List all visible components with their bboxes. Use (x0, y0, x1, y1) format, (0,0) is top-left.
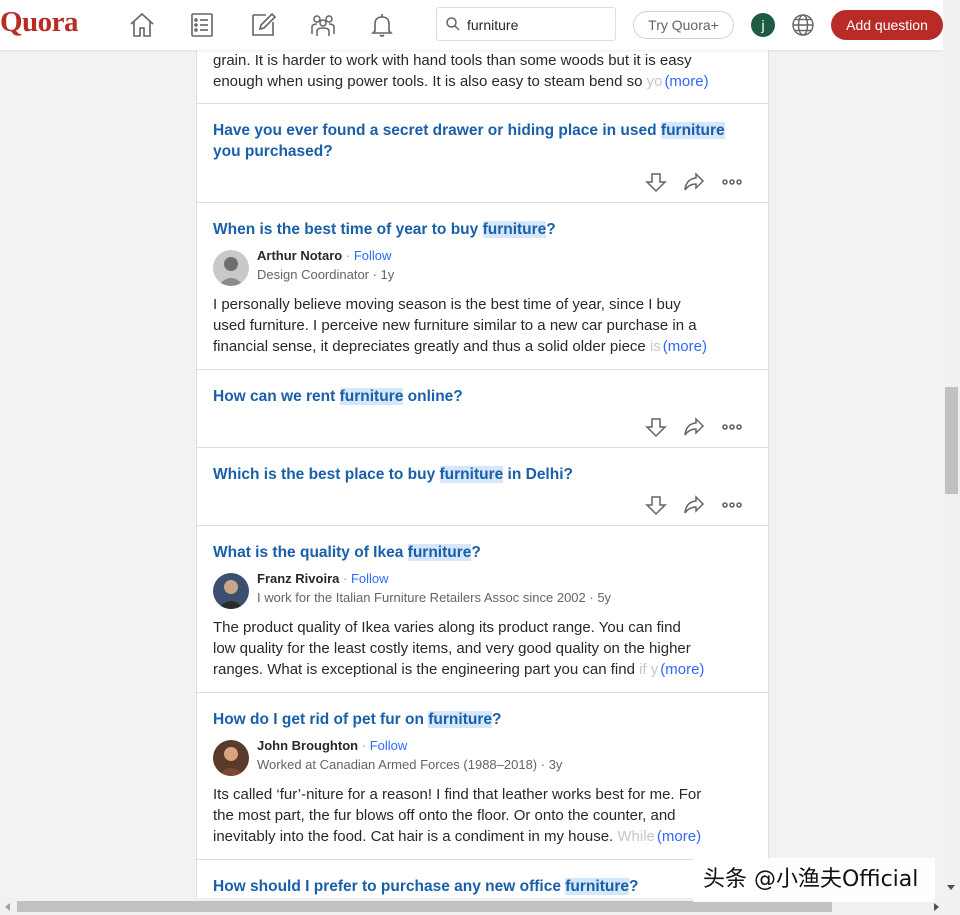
scroll-right-arrow-icon[interactable] (934, 903, 939, 911)
question-card: When is the best time of year to buy fur… (197, 203, 768, 370)
answer-text: grain. It is harder to work with hand to… (213, 52, 709, 90)
author-credential: Design Coordinator · 1y (257, 267, 395, 282)
following-icon[interactable] (187, 10, 217, 40)
question-link[interactable]: What is the quality of Ikea furniture? (213, 542, 753, 563)
question-link[interactable]: How do I get rid of pet fur on furniture… (213, 709, 753, 730)
quora-logo[interactable]: Quora (0, 6, 79, 39)
question-link[interactable]: Which is the best place to buy furniture… (213, 464, 753, 485)
question-card: What is the quality of Ikea furniture? F… (197, 526, 768, 693)
share-icon[interactable] (682, 493, 706, 517)
author-avatar[interactable] (213, 573, 249, 609)
question-card: Have you ever found a secret drawer or h… (197, 104, 768, 203)
downvote-icon[interactable] (644, 493, 668, 517)
add-question-button[interactable]: Add question (831, 10, 943, 40)
question-card: Which is the best place to buy furniture… (197, 448, 768, 526)
spaces-icon[interactable] (308, 10, 338, 40)
more-link[interactable]: (more) (660, 338, 707, 355)
follow-link[interactable]: Follow (370, 738, 408, 753)
author-row: Franz Rivoira · Follow I work for the It… (213, 571, 753, 609)
try-quora-plus-button[interactable]: Try Quora+ (633, 11, 734, 39)
question-link[interactable]: When is the best time of year to buy fur… (213, 219, 753, 240)
answer-text[interactable]: I personally believe moving season is th… (213, 294, 753, 357)
author-name[interactable]: John Broughton (257, 738, 358, 753)
question-card: How do I get rid of pet fur on furniture… (197, 693, 768, 860)
more-link[interactable]: (more) (654, 828, 702, 845)
more-options-icon[interactable] (720, 415, 744, 439)
answer-text[interactable]: Its called ‘fur’-niture for a reason! I … (213, 784, 753, 847)
horizontal-scroll-thumb[interactable] (17, 901, 832, 912)
downvote-icon[interactable] (644, 170, 668, 194)
author-row: John Broughton · Follow Worked at Canadi… (213, 738, 753, 776)
author-name[interactable]: Arthur Notaro (257, 248, 342, 263)
follow-link[interactable]: Follow (351, 571, 389, 586)
top-nav-bar: Quora Try Quora+ (0, 0, 960, 50)
more-options-icon[interactable] (720, 493, 744, 517)
follow-link[interactable]: Follow (354, 248, 392, 263)
author-row: Arthur Notaro · Follow Design Coordinato… (213, 248, 753, 286)
share-icon[interactable] (682, 170, 706, 194)
more-link[interactable]: (more) (658, 661, 705, 678)
question-link[interactable]: Have you ever found a secret drawer or h… (213, 120, 753, 162)
user-avatar[interactable]: j (751, 13, 775, 37)
search-box[interactable] (436, 7, 616, 41)
author-avatar[interactable] (213, 740, 249, 776)
search-input[interactable] (465, 14, 614, 36)
more-link[interactable]: (more) (662, 73, 709, 90)
vertical-scroll-thumb[interactable] (945, 387, 958, 494)
question-link[interactable]: How can we rent furniture online? (213, 386, 753, 407)
answer-snippet-partial: grain. It is harder to work with hand to… (197, 50, 768, 104)
scroll-down-arrow-icon[interactable] (947, 885, 955, 890)
author-credential: I work for the Italian Furniture Retaile… (257, 590, 612, 605)
language-globe-icon[interactable] (790, 12, 816, 38)
question-link[interactable]: How should I prefer to purchase any new … (213, 876, 753, 897)
question-actions (644, 415, 754, 439)
answer-text[interactable]: The product quality of Ikea varies along… (213, 617, 753, 680)
more-options-icon[interactable] (720, 170, 744, 194)
search-results-feed: grain. It is harder to work with hand to… (196, 50, 769, 900)
question-card: How can we rent furniture online? (197, 370, 768, 448)
question-card: How should I prefer to purchase any new … (197, 860, 768, 900)
search-icon (446, 17, 460, 31)
question-actions (644, 493, 754, 517)
share-icon[interactable] (682, 415, 706, 439)
watermark: 头条 @小渔夫Official (693, 858, 935, 902)
notifications-icon[interactable] (367, 10, 397, 40)
question-actions (644, 170, 754, 194)
author-name[interactable]: Franz Rivoira (257, 571, 339, 586)
author-credential: Worked at Canadian Armed Forces (1988–20… (257, 757, 563, 772)
author-avatar[interactable] (213, 250, 249, 286)
downvote-icon[interactable] (644, 415, 668, 439)
home-icon[interactable] (127, 10, 157, 40)
vertical-scrollbar[interactable] (943, 0, 960, 898)
scroll-left-arrow-icon[interactable] (5, 903, 10, 911)
answer-icon[interactable] (248, 10, 278, 40)
